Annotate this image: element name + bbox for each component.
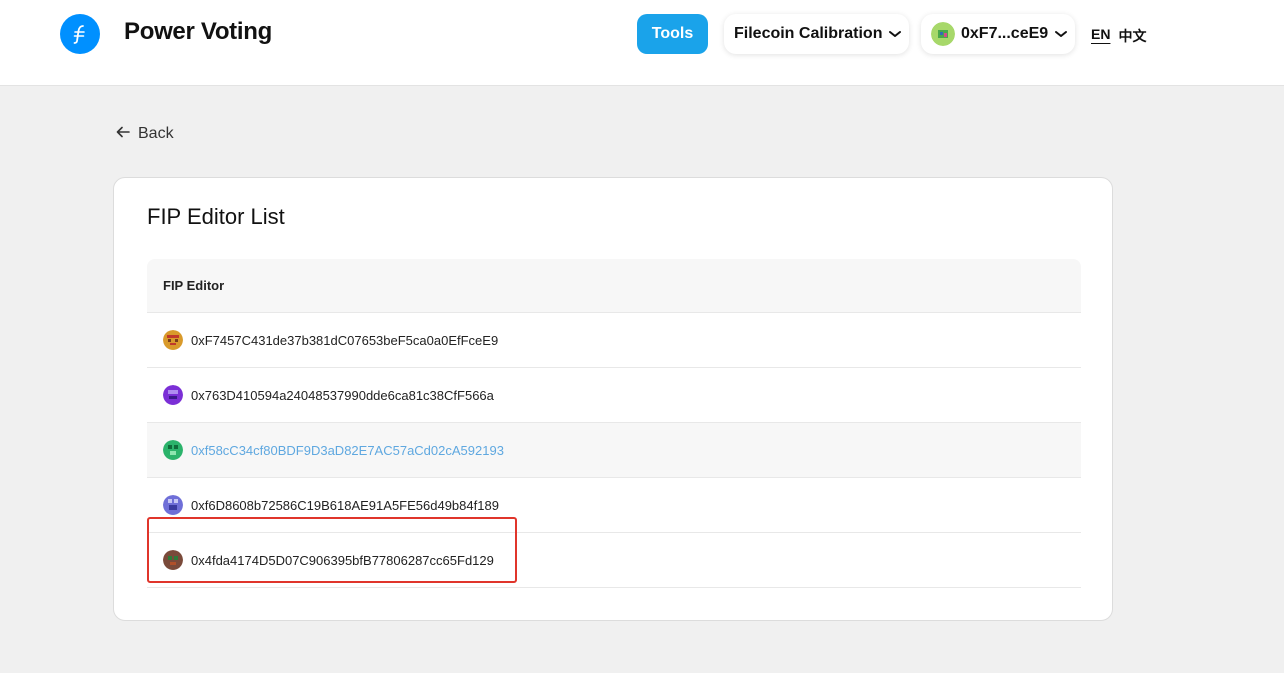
editor-address[interactable]: 0xf6D8608b72586C19B618AE91A5FE56d49b84f1… (191, 498, 499, 513)
language-switcher: EN 中文 (1091, 26, 1146, 46)
lang-zh-option[interactable]: 中文 (1118, 26, 1146, 46)
avatar-icon (163, 495, 183, 515)
account-label: 0xF7...ceE9 (961, 25, 1049, 42)
avatar-icon (163, 550, 183, 570)
app-title[interactable]: Power Voting (124, 18, 272, 46)
table-row[interactable]: 0x763D410594a24048537990dde6ca81c38CfF56… (147, 368, 1081, 423)
table-row[interactable]: 0xF7457C431de37b381dC07653beF5ca0a0EfFce… (147, 313, 1081, 368)
table-row[interactable]: 0xf6D8608b72586C19B618AE91A5FE56d49b84f1… (147, 478, 1081, 533)
network-label: Filecoin Calibration (734, 25, 883, 42)
fip-editor-table: FIP Editor 0xF7457C431de37b381dC07653beF… (147, 259, 1081, 588)
back-label: Back (138, 125, 174, 142)
filecoin-logo-icon[interactable] (60, 14, 100, 54)
table-row[interactable]: 0xf58cC34cf80BDF9D3aD82E7AC57aCd02cA5921… (147, 423, 1081, 478)
chevron-down-icon (1054, 29, 1068, 39)
table-row[interactable]: 0x4fda4174D5D07C906395bfB77806287cc65Fd1… (147, 533, 1081, 588)
top-header: Power Voting Tools Filecoin Calibration … (0, 0, 1284, 86)
account-avatar-icon (931, 22, 955, 46)
editor-address[interactable]: 0xf58cC34cf80BDF9D3aD82E7AC57aCd02cA5921… (191, 443, 504, 458)
arrow-left-icon (116, 125, 130, 143)
table-header: FIP Editor (147, 259, 1081, 313)
back-link[interactable]: Back (116, 125, 174, 143)
avatar-icon (163, 330, 183, 350)
fip-editor-card: FIP Editor List FIP Editor 0xF7457C431de… (113, 177, 1113, 621)
editor-address[interactable]: 0x763D410594a24048537990dde6ca81c38CfF56… (191, 388, 494, 403)
editor-address[interactable]: 0x4fda4174D5D07C906395bfB77806287cc65Fd1… (191, 553, 494, 568)
chevron-down-icon (888, 29, 902, 39)
editor-address[interactable]: 0xF7457C431de37b381dC07653beF5ca0a0EfFce… (191, 333, 498, 348)
page-title: FIP Editor List (147, 204, 285, 229)
tools-button[interactable]: Tools (637, 14, 708, 54)
lang-en-option[interactable]: EN (1091, 26, 1110, 46)
avatar-icon (163, 385, 183, 405)
network-selector[interactable]: Filecoin Calibration (724, 14, 909, 54)
account-selector[interactable]: 0xF7...ceE9 (921, 14, 1075, 54)
column-header-fip-editor: FIP Editor (163, 278, 225, 293)
avatar-icon (163, 440, 183, 460)
